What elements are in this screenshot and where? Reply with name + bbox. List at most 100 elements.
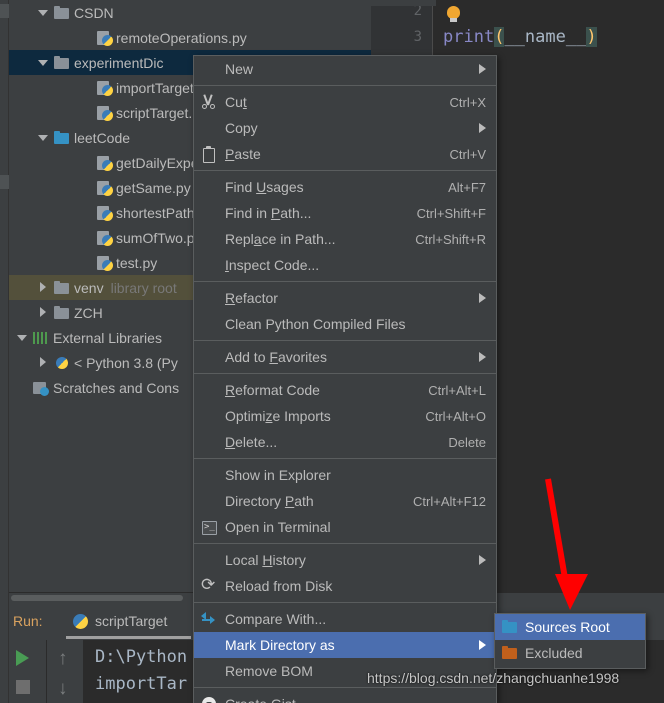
github-icon xyxy=(200,696,217,703)
chevron-closed-icon[interactable] xyxy=(37,281,50,294)
menu-item-shortcut: Ctrl+Shift+F xyxy=(416,205,486,221)
menu-item-optimize-imports[interactable]: Optimize Imports Ctrl+Alt+O xyxy=(194,403,496,429)
console-line: D:\Python xyxy=(95,647,188,667)
chevron-right-icon xyxy=(479,352,486,362)
menu-item-label: Compare With... xyxy=(225,611,327,627)
editor-gutter: 2 3 xyxy=(371,0,433,55)
submenu-item-label: Sources Root xyxy=(525,619,610,635)
code-token-dunder-name: __name__ xyxy=(504,27,587,47)
menu-item-inspect-code[interactable]: Inspect Code... xyxy=(194,252,496,278)
menu-item-label: New xyxy=(225,61,254,77)
menu-item-label: Replace in Path... xyxy=(225,231,336,247)
folder-orange-icon xyxy=(501,645,518,661)
watermark: https://blog.csdn.net/zhangchuanhe1998 xyxy=(367,670,620,686)
menu-item-replace-in-path[interactable]: Replace in Path... Ctrl+Shift+R xyxy=(194,226,496,252)
menu-item-find-in-path[interactable]: Find in Path... Ctrl+Shift+F xyxy=(194,200,496,226)
chevron-closed-icon[interactable] xyxy=(37,306,50,319)
tool-strip-mark-top xyxy=(0,4,9,18)
menu-item-shortcut: Ctrl+Shift+R xyxy=(415,231,486,247)
python-file-icon xyxy=(95,255,113,271)
menu-item-add-to-favorites[interactable]: Add to Favorites xyxy=(194,344,496,370)
console-line: importTar xyxy=(95,674,188,694)
menu-item-directory-path[interactable]: Directory Path Ctrl+Alt+F12 xyxy=(194,488,496,514)
left-tool-strip xyxy=(0,0,9,703)
menu-item-copy[interactable]: Copy xyxy=(194,115,496,141)
folder-grey-icon xyxy=(53,280,70,296)
menu-separator xyxy=(194,543,496,544)
menu-item-shortcut: Ctrl+X xyxy=(449,94,486,110)
menu-item-mark-directory-as[interactable]: Mark Directory as xyxy=(194,632,496,658)
horizontal-scrollbar[interactable] xyxy=(11,595,183,601)
menu-item-label: Optimize Imports xyxy=(225,408,331,424)
menu-item-find-usages[interactable]: Find Usages Alt+F7 xyxy=(194,174,496,200)
menu-item-new[interactable]: New xyxy=(194,56,496,82)
menu-item-shortcut: Ctrl+Alt+O xyxy=(425,408,486,424)
chevron-open-icon[interactable] xyxy=(37,56,50,69)
chevron-right-icon xyxy=(479,640,486,650)
tree-item-label: venv xyxy=(74,279,104,296)
tree-item-suffix: library root xyxy=(110,279,177,296)
chevron-open-icon[interactable] xyxy=(37,131,50,144)
submenu-item-excluded[interactable]: Excluded xyxy=(495,640,645,666)
menu-item-reload-from-disk[interactable]: Reload from Disk xyxy=(194,573,496,599)
mark-directory-as-submenu[interactable]: Sources Root Excluded xyxy=(494,613,646,669)
menu-item-label: Paste xyxy=(225,146,261,162)
chevron-open-icon[interactable] xyxy=(16,331,29,344)
menu-item-create-gist[interactable]: Create Gist... xyxy=(194,691,496,703)
tool-strip-mark-mid xyxy=(0,175,9,189)
menu-item-label: Directory Path xyxy=(225,493,314,509)
chevron-right-icon xyxy=(479,555,486,565)
tree-item-remoteoperations-py[interactable]: remoteOperations.py xyxy=(9,25,371,50)
submenu-item-sources-root[interactable]: Sources Root xyxy=(495,614,645,640)
lightbulb-icon[interactable] xyxy=(447,6,460,22)
arrow-down-icon[interactable]: ↓ xyxy=(58,679,68,698)
menu-item-label: Show in Explorer xyxy=(225,467,331,483)
code-editor[interactable]: 2 3 print(__name__) xyxy=(371,0,664,55)
chevron-open-icon[interactable] xyxy=(37,6,50,19)
menu-item-compare-with[interactable]: Compare With... xyxy=(194,606,496,632)
menu-item-label: Reload from Disk xyxy=(225,578,333,594)
tree-item-label: remoteOperations.py xyxy=(116,29,247,46)
folder-blue-icon xyxy=(501,619,518,635)
menu-item-label: Refactor xyxy=(225,290,278,306)
menu-item-clean-python-compiled-files[interactable]: Clean Python Compiled Files xyxy=(194,311,496,337)
context-menu[interactable]: New Cut Ctrl+X Copy Paste Ctrl+V Find Usages Al… xyxy=(193,55,497,703)
menu-item-shortcut: Ctrl+V xyxy=(449,146,486,162)
menu-item-label: Add to Favorites xyxy=(225,349,327,365)
python-logo-icon xyxy=(73,614,88,629)
run-icon[interactable] xyxy=(16,650,29,666)
menu-separator xyxy=(194,281,496,282)
line-number: 3 xyxy=(413,29,422,45)
folder-blue-icon xyxy=(53,130,70,146)
menu-item-shortcut: Alt+F7 xyxy=(448,179,486,195)
tree-item-csdn[interactable]: CSDN xyxy=(9,0,371,25)
menu-item-show-in-explorer[interactable]: Show in Explorer xyxy=(194,462,496,488)
menu-item-local-history[interactable]: Local History xyxy=(194,547,496,573)
python-file-icon xyxy=(95,180,113,196)
menu-item-cut[interactable]: Cut Ctrl+X xyxy=(194,89,496,115)
tree-item-label: ZCH xyxy=(74,304,103,321)
menu-item-delete[interactable]: Delete... Delete xyxy=(194,429,496,455)
arrow-up-icon[interactable]: ↑ xyxy=(58,649,68,668)
run-label: Run: xyxy=(13,613,43,629)
tree-item-label: getSame.py xyxy=(116,179,191,196)
chevron-closed-icon[interactable] xyxy=(37,356,50,369)
menu-separator xyxy=(194,170,496,171)
menu-item-shortcut: Delete xyxy=(448,434,486,450)
menu-item-paste[interactable]: Paste Ctrl+V xyxy=(194,141,496,167)
menu-item-label: Delete... xyxy=(225,434,278,450)
menu-separator xyxy=(194,373,496,374)
menu-item-open-in-terminal[interactable]: >_ Open in Terminal xyxy=(194,514,496,540)
menu-item-refactor[interactable]: Refactor xyxy=(194,285,496,311)
chevron-right-icon xyxy=(479,64,486,74)
menu-separator xyxy=(194,340,496,341)
run-tab-scripttarget[interactable]: scriptTarget xyxy=(95,613,167,629)
terminal-icon: >_ xyxy=(200,519,217,535)
stop-icon[interactable] xyxy=(16,680,30,694)
tree-item-label: sumOfTwo.py xyxy=(116,229,202,246)
tree-item-label: External Libraries xyxy=(53,329,162,346)
menu-item-reformat-code[interactable]: Reformat Code Ctrl+Alt+L xyxy=(194,377,496,403)
